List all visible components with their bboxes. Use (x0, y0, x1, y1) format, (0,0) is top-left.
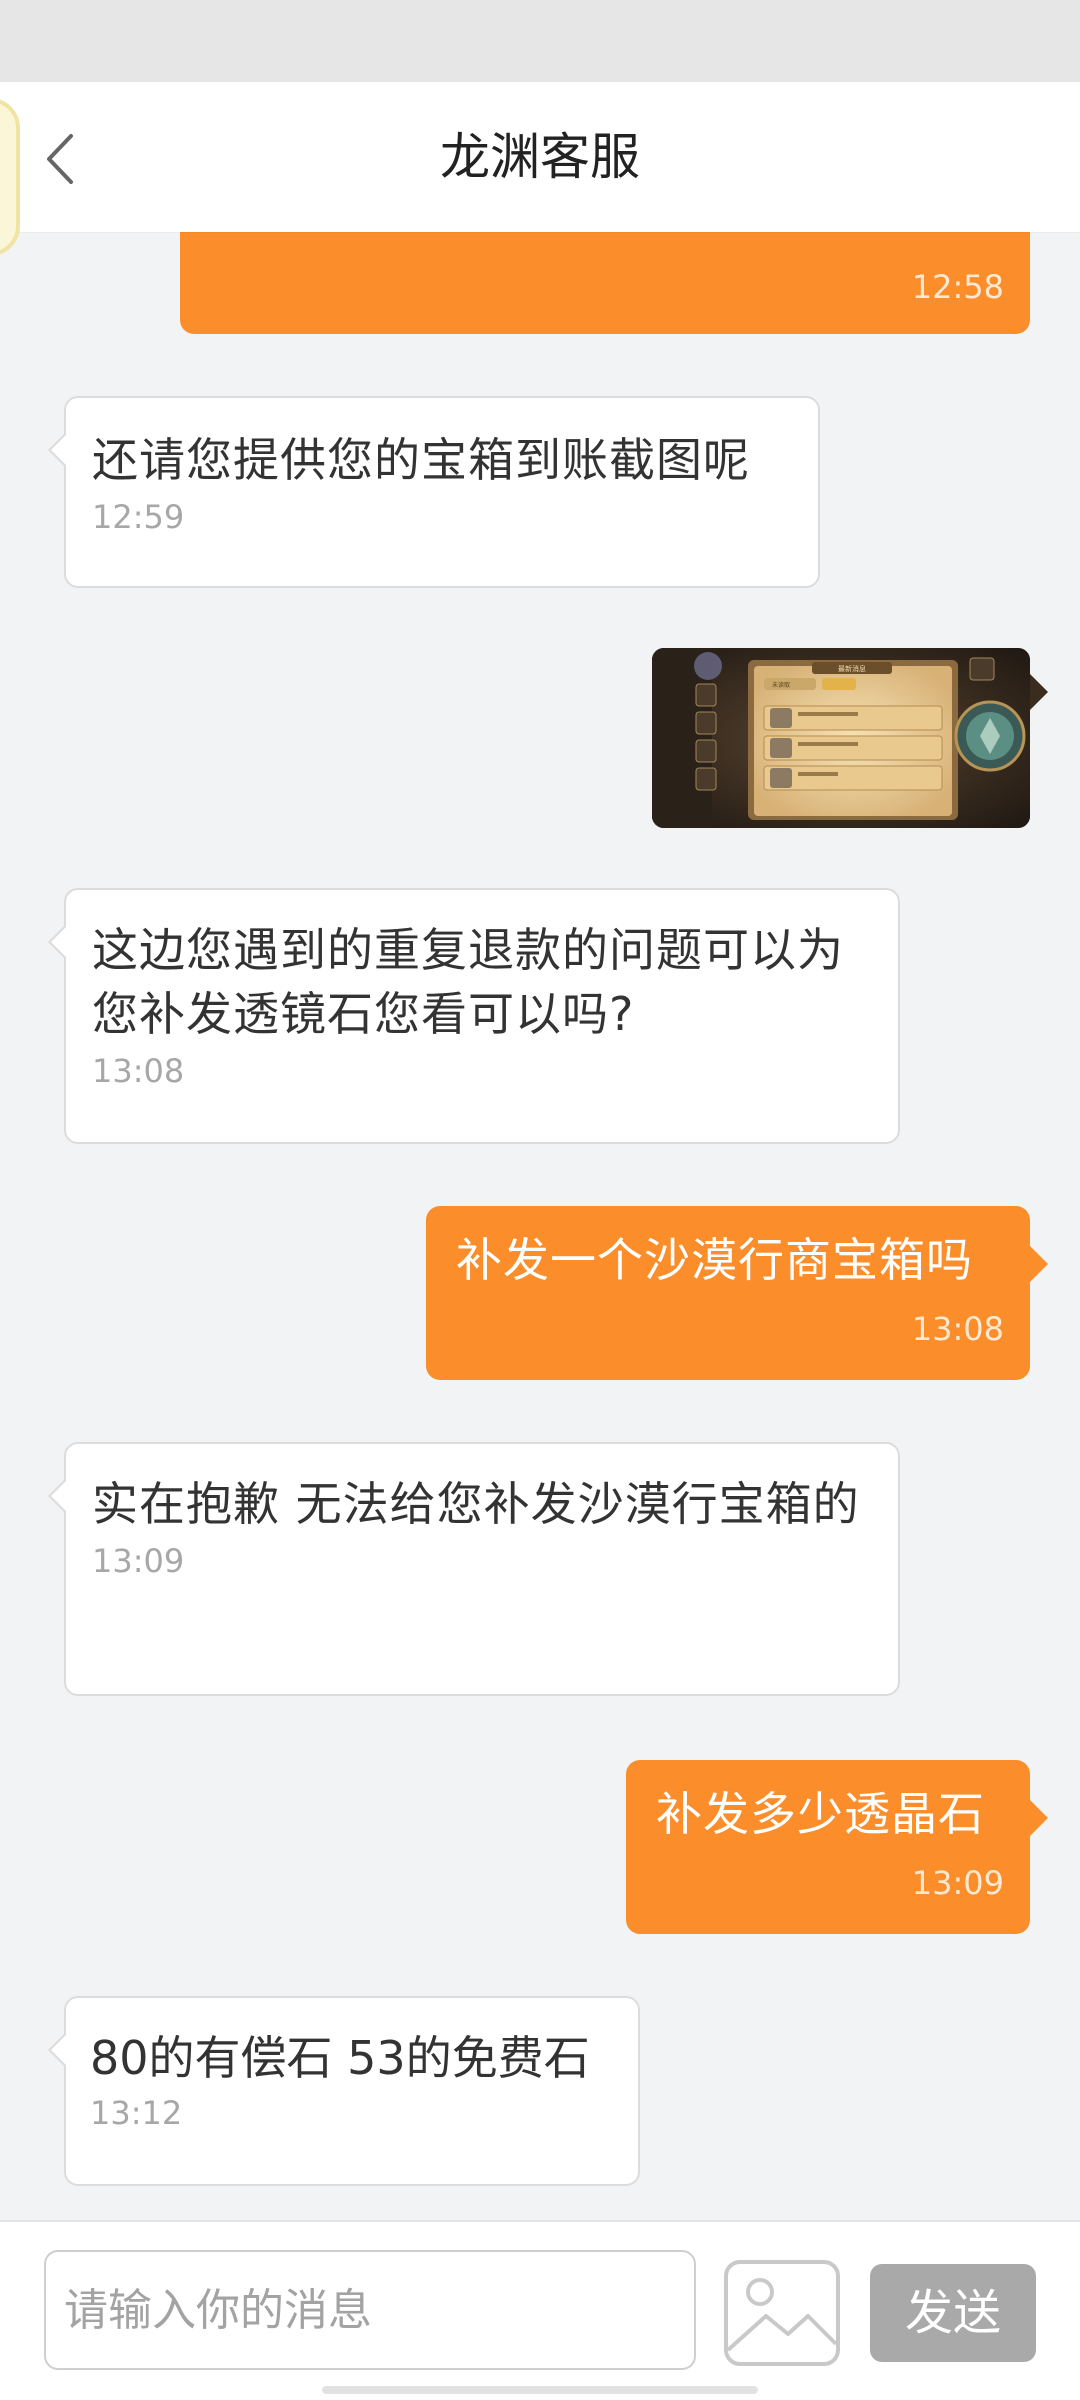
bubble-tail (1030, 1246, 1048, 1282)
message-text: 实在抱歉 无法给您补发沙漠行宝箱的 (92, 1477, 860, 1531)
message-text: 80的有偿石 53的免费石 (90, 2031, 590, 2085)
message-time: 12:59 (92, 498, 185, 536)
message-time: 13:08 (911, 1310, 1004, 1348)
outgoing-message[interactable]: 补发一个沙漠行商宝箱吗 13:08 (426, 1206, 1048, 1380)
incoming-message[interactable]: 这边您遇到的重复退款的问题可以为您补发透镜石您看可以吗? 13:08 (48, 888, 900, 1144)
message-text: 还请您提供您的宝箱到账截图呢 (92, 433, 750, 487)
image-button[interactable] (722, 2258, 842, 2368)
home-indicator[interactable] (322, 2386, 758, 2394)
message-time: 13:09 (92, 1542, 185, 1580)
chat-header: 龙渊客服 (0, 82, 1080, 232)
outgoing-message[interactable]: 补发多少透晶石 13:09 (626, 1760, 1048, 1934)
bubble-tail (48, 924, 67, 960)
message-input[interactable] (44, 2250, 696, 2370)
message-text: 补发一个沙漠行商宝箱吗 (456, 1233, 973, 1287)
chat-area[interactable]: 12:58 还请您提供您的宝箱到账截图呢 12:59 最新消息 未读取 这边您遇… (0, 0, 1080, 2220)
bubble-tail (48, 1478, 67, 1514)
svg-text:未读取: 未读取 (772, 681, 790, 689)
message-time: 13:08 (92, 1052, 185, 1090)
incoming-message[interactable]: 80的有偿石 53的免费石 13:12 (48, 1996, 640, 2186)
send-button[interactable]: 发送 (870, 2264, 1036, 2362)
message-time: 12:58 (911, 268, 1004, 306)
svg-text:最新消息: 最新消息 (838, 664, 866, 673)
message-time: 13:09 (911, 1864, 1004, 1902)
bubble-tail (1030, 674, 1048, 710)
bubble-tail (48, 2032, 67, 2068)
page-title: 龙渊客服 (440, 128, 640, 186)
game-screenshot-thumbnail: 最新消息 未读取 (652, 648, 1030, 828)
message-composer: 发送 (0, 2220, 1080, 2400)
message-time: 13:12 (90, 2094, 183, 2132)
incoming-message[interactable]: 还请您提供您的宝箱到账截图呢 12:59 (48, 396, 820, 588)
incoming-message[interactable]: 实在抱歉 无法给您补发沙漠行宝箱的 13:09 (48, 1442, 900, 1696)
message-text: 这边您遇到的重复退款的问题可以为您补发透镜石您看可以吗? (92, 923, 844, 1041)
floating-assistant-edge[interactable] (0, 98, 20, 256)
image-icon (724, 2260, 840, 2366)
bubble-tail (48, 432, 67, 468)
bubble-tail (1030, 1800, 1048, 1836)
message-text: 补发多少透晶石 (656, 1787, 985, 1841)
image-message[interactable]: 最新消息 未读取 (652, 648, 1030, 828)
